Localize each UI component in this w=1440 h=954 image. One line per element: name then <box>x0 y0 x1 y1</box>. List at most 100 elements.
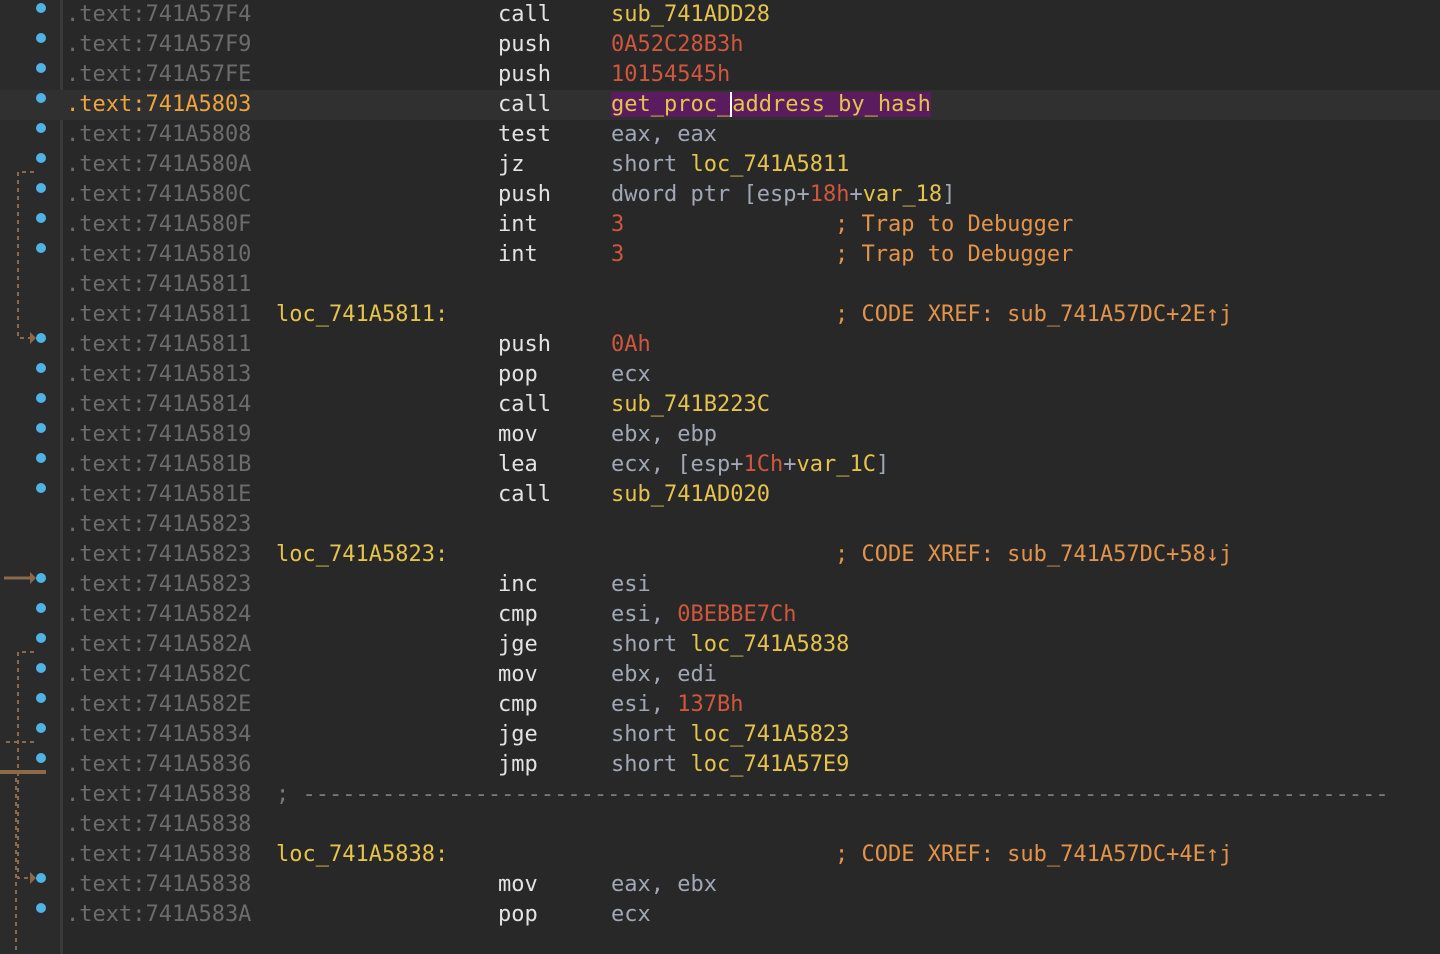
instruction-mnemonic[interactable]: call <box>498 90 551 120</box>
listing-line[interactable]: .text:741A5811 <box>0 270 1440 300</box>
listing-line[interactable]: .text:741A582C mov ebx, edi <box>0 660 1440 690</box>
breakpoint-dot-icon[interactable] <box>36 483 46 493</box>
line-address[interactable]: .text:741A5811 <box>66 330 251 360</box>
breakpoint-dot-icon[interactable] <box>36 243 46 253</box>
breakpoint-dot-icon[interactable] <box>36 33 46 43</box>
breakpoint-dot-icon[interactable] <box>36 903 46 913</box>
listing-line[interactable]: .text:741A5811 loc_741A5811: ; CODE XREF: … <box>0 300 1440 330</box>
listing-line[interactable]: .text:741A57F9 push 0A52C28B3h <box>0 30 1440 60</box>
breakpoint-dot-icon[interactable] <box>36 63 46 73</box>
instruction-mnemonic[interactable]: push <box>498 330 551 360</box>
listing-line[interactable]: .text:741A5838 ; ------------------------… <box>0 780 1440 810</box>
instruction-operands[interactable]: sub_741AD020 <box>611 480 770 510</box>
line-address[interactable]: .text:741A5823 <box>66 540 251 570</box>
line-address[interactable]: .text:741A5823 <box>66 510 251 540</box>
listing-line[interactable]: .text:741A5838 <box>0 810 1440 840</box>
listing-line[interactable]: .text:741A5824 cmp esi, 0BEBBE7Ch <box>0 600 1440 630</box>
instruction-mnemonic[interactable]: pop <box>498 360 538 390</box>
instruction-operands[interactable]: esi, 137Bh <box>611 690 743 720</box>
operand-token[interactable]: sub_741B223C <box>611 392 770 417</box>
breakpoint-dot-icon[interactable] <box>36 423 46 433</box>
instruction-mnemonic[interactable]: call <box>498 480 551 510</box>
line-address[interactable]: .text:741A5811 <box>66 300 251 330</box>
instruction-mnemonic[interactable]: cmp <box>498 600 538 630</box>
line-address[interactable]: .text:741A5836 <box>66 750 251 780</box>
listing-line[interactable]: .text:741A582A jge short loc_741A5838 <box>0 630 1440 660</box>
instruction-operands[interactable]: sub_741ADD28 <box>611 0 770 30</box>
instruction-operands[interactable]: esi <box>611 570 651 600</box>
operand-token[interactable]: sub_741AD020 <box>611 482 770 507</box>
code-label[interactable]: loc_741A5823: <box>276 540 448 570</box>
listing-line[interactable]: .text:741A5838 loc_741A5838: ; CODE XREF: … <box>0 840 1440 870</box>
instruction-mnemonic[interactable]: mov <box>498 420 538 450</box>
operand-token[interactable]: loc_741A5811 <box>690 152 849 177</box>
instruction-operands[interactable]: 3 <box>611 240 624 270</box>
operand-token[interactable]: sub_741ADD28 <box>611 2 770 27</box>
operand-token[interactable]: address_by_hash <box>730 92 931 117</box>
instruction-mnemonic[interactable]: jge <box>498 720 538 750</box>
instruction-operands[interactable]: ecx <box>611 360 651 390</box>
line-address[interactable]: .text:741A5814 <box>66 390 251 420</box>
instruction-operands[interactable]: ecx, [esp+1Ch+var_1C] <box>611 450 889 480</box>
listing-line[interactable]: .text:741A5819 mov ebx, ebp <box>0 420 1440 450</box>
instruction-operands[interactable]: 3 <box>611 210 624 240</box>
breakpoint-dot-icon[interactable] <box>36 603 46 613</box>
listing-line[interactable]: .text:741A5803 call get_proc_address_by_ha… <box>0 90 1440 120</box>
operand-token[interactable]: var_1C <box>797 452 876 477</box>
listing-line[interactable]: .text:741A582E cmp esi, 137Bh <box>0 690 1440 720</box>
instruction-mnemonic[interactable]: int <box>498 240 538 270</box>
listing-line[interactable]: .text:741A57FE push 10154545h <box>0 60 1440 90</box>
line-address[interactable]: .text:741A5811 <box>66 270 251 300</box>
line-address[interactable]: .text:741A57F9 <box>66 30 251 60</box>
instruction-mnemonic[interactable]: call <box>498 390 551 420</box>
line-address[interactable]: .text:741A581E <box>66 480 251 510</box>
instruction-mnemonic[interactable]: cmp <box>498 690 538 720</box>
line-address[interactable]: .text:741A5838 <box>66 870 251 900</box>
breakpoint-dot-icon[interactable] <box>36 753 46 763</box>
instruction-operands[interactable]: 0A52C28B3h <box>611 30 743 60</box>
breakpoint-dot-icon[interactable] <box>36 873 46 883</box>
instruction-mnemonic[interactable]: call <box>498 0 551 30</box>
instruction-mnemonic[interactable]: push <box>498 30 551 60</box>
operand-token[interactable]: loc_741A5823 <box>690 722 849 747</box>
listing-line[interactable]: .text:741A5808 test eax, eax <box>0 120 1440 150</box>
breakpoint-dot-icon[interactable] <box>36 573 46 583</box>
instruction-mnemonic[interactable]: int <box>498 210 538 240</box>
instruction-mnemonic[interactable]: lea <box>498 450 538 480</box>
breakpoint-dot-icon[interactable] <box>36 723 46 733</box>
instruction-mnemonic[interactable]: mov <box>498 660 538 690</box>
listing-line[interactable]: .text:741A5836 jmp short loc_741A57E9 <box>0 750 1440 780</box>
listing-line[interactable]: .text:741A5810 int 3 ; Trap to Debugger <box>0 240 1440 270</box>
code-label[interactable]: loc_741A5811: <box>276 300 448 330</box>
line-address[interactable]: .text:741A5823 <box>66 570 251 600</box>
listing-line[interactable]: .text:741A581E call sub_741AD020 <box>0 480 1440 510</box>
line-address[interactable]: .text:741A580C <box>66 180 251 210</box>
breakpoint-dot-icon[interactable] <box>36 633 46 643</box>
instruction-operands[interactable]: short loc_741A5811 <box>611 150 849 180</box>
instruction-operands[interactable]: eax, ebx <box>611 870 717 900</box>
breakpoint-dot-icon[interactable] <box>36 363 46 373</box>
line-address[interactable]: .text:741A5813 <box>66 360 251 390</box>
instruction-mnemonic[interactable]: jmp <box>498 750 538 780</box>
listing-line[interactable]: .text:741A57F4 call sub_741ADD28 <box>0 0 1440 30</box>
listing-line[interactable]: .text:741A583A pop ecx <box>0 900 1440 930</box>
line-address[interactable]: .text:741A580A <box>66 150 251 180</box>
line-address[interactable]: .text:741A5838 <box>66 780 251 810</box>
instruction-mnemonic[interactable]: push <box>498 60 551 90</box>
listing-line[interactable]: .text:741A5834 jge short loc_741A5823 <box>0 720 1440 750</box>
line-address[interactable]: .text:741A57F4 <box>66 0 251 30</box>
listing-line[interactable]: .text:741A5838 mov eax, ebx <box>0 870 1440 900</box>
line-address[interactable]: .text:741A5838 <box>66 810 251 840</box>
operand-token[interactable]: get_proc_ <box>611 92 731 117</box>
code-label[interactable]: loc_741A5838: <box>276 840 448 870</box>
listing-line[interactable]: .text:741A5814 call sub_741B223C <box>0 390 1440 420</box>
instruction-mnemonic[interactable]: push <box>498 180 551 210</box>
instruction-operands[interactable]: short loc_741A5823 <box>611 720 849 750</box>
breakpoint-dot-icon[interactable] <box>36 123 46 133</box>
instruction-operands[interactable]: sub_741B223C <box>611 390 770 420</box>
line-address[interactable]: .text:741A5838 <box>66 840 251 870</box>
listing-line[interactable]: .text:741A581B lea ecx, [esp+1Ch+var_1C] <box>0 450 1440 480</box>
instruction-operands[interactable]: short loc_741A57E9 <box>611 750 849 780</box>
instruction-operands[interactable]: ebx, edi <box>611 660 717 690</box>
breakpoint-dot-icon[interactable] <box>36 213 46 223</box>
